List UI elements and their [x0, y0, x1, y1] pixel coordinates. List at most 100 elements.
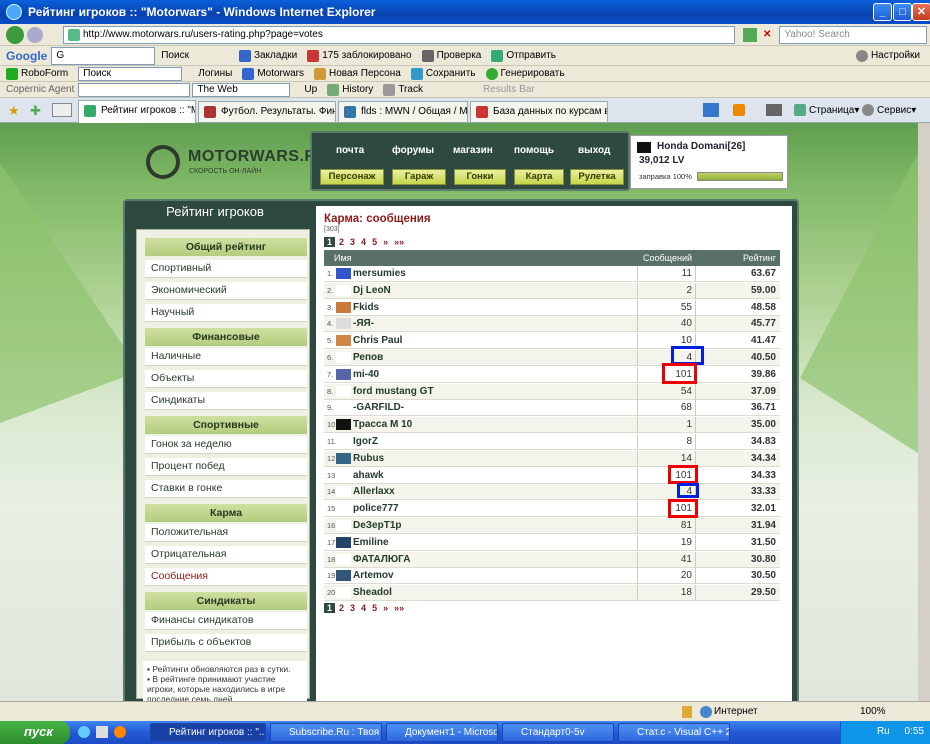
page-2[interactable]: 2 — [339, 603, 344, 613]
maximize-button[interactable]: □ — [893, 3, 912, 21]
page-4[interactable]: 4 — [361, 237, 366, 247]
task-visual-cpp[interactable]: Стат.с - Visual C++ 2... — [618, 723, 730, 742]
player-name[interactable]: -ЯЯ- — [353, 318, 374, 329]
stop-icon[interactable]: ✕ — [763, 29, 771, 40]
send-button[interactable]: Отправить — [491, 49, 556, 62]
page-4[interactable]: 4 — [361, 603, 366, 613]
nav-garage[interactable]: Гараж — [392, 169, 446, 185]
bookmarks-button[interactable]: Закладки — [238, 49, 297, 62]
player-name[interactable]: Трасса М 10 — [353, 419, 412, 430]
player-name[interactable]: mersumies — [353, 268, 406, 279]
nav-map[interactable]: Карта — [514, 169, 564, 185]
player-name[interactable]: Allerlaxx — [353, 486, 395, 497]
rss-icon[interactable] — [733, 104, 745, 116]
generate-button[interactable]: Генерировать — [485, 67, 565, 80]
language-indicator[interactable]: Ru — [877, 726, 890, 737]
back-icon[interactable] — [6, 25, 24, 44]
refresh-icon[interactable] — [743, 27, 757, 42]
page-3[interactable]: 3 — [350, 237, 355, 247]
sidebar-item-science[interactable]: Научный — [145, 304, 307, 322]
tab-rating[interactable]: Рейтинг игроков :: "Mot... — [78, 100, 196, 123]
sidebar-item-bets[interactable]: Ставки в гонке — [145, 480, 307, 498]
history-button[interactable]: History — [327, 83, 373, 96]
page-5[interactable]: 5 — [372, 237, 377, 247]
up-button[interactable]: Up — [304, 84, 317, 95]
copernic-search-input[interactable] — [78, 82, 191, 97]
roboform-button[interactable]: RoboForm — [6, 67, 68, 80]
sidebar-item-positive[interactable]: Положительная — [145, 524, 307, 542]
tools-menu[interactable]: Сервис ▾ — [862, 104, 916, 116]
task-word[interactable]: Документ1 - Microso... — [386, 723, 498, 742]
player-name[interactable]: ford mustang GT — [353, 386, 434, 397]
player-name[interactable]: police777 — [353, 503, 399, 514]
user-car[interactable]: Honda Domani[26] — [657, 141, 745, 152]
tab-currency[interactable]: База данных по курсам вал... — [470, 101, 608, 122]
forward-icon[interactable] — [27, 26, 43, 43]
motorwars-login-button[interactable]: Motorwars — [242, 67, 304, 80]
sidebar-item-object-profit[interactable]: Прибыль с объектов — [145, 634, 307, 652]
player-name[interactable]: mi-40 — [353, 369, 379, 380]
page-next[interactable]: » — [383, 237, 388, 247]
quicklaunch-desktop-icon[interactable] — [96, 726, 108, 738]
site-logo[interactable]: MOTORWARS.RU СКОРОСТЬ ОН-ЛАЙН — [146, 141, 328, 187]
page-next[interactable]: » — [383, 603, 388, 613]
sidebar-item-negative[interactable]: Отрицательная — [145, 546, 307, 564]
home-icon[interactable] — [703, 103, 719, 117]
task-subscribe[interactable]: Subscribe.Ru : Твоя ... — [270, 723, 382, 742]
player-name[interactable]: Chris Paul — [353, 335, 402, 346]
close-button[interactable]: ✕ — [912, 3, 930, 21]
player-name[interactable]: DeЗерТ1р — [353, 520, 402, 531]
task-ie[interactable]: Рейтинг игроков :: "... — [150, 723, 266, 742]
page-3[interactable]: 3 — [350, 603, 355, 613]
nav-forums[interactable]: форумы — [392, 145, 434, 156]
roboform-search-input[interactable]: Поиск — [78, 66, 183, 81]
player-name[interactable]: Fkids — [353, 302, 379, 313]
google-search-button[interactable]: Поиск — [161, 50, 189, 61]
quick-tabs-icon[interactable] — [52, 103, 72, 117]
yahoo-search-input[interactable]: Yahoo! Search — [779, 25, 928, 44]
player-name[interactable]: Репов — [353, 352, 383, 363]
sidebar-item-win-percent[interactable]: Процент побед — [145, 458, 307, 476]
sidebar-item-cash[interactable]: Наличные — [145, 348, 307, 366]
minimize-button[interactable]: _ — [873, 3, 892, 21]
add-favorites-icon[interactable]: ✚ — [30, 103, 41, 119]
sidebar-item-economic[interactable]: Экономический — [145, 282, 307, 300]
player-name[interactable]: ahawk — [353, 470, 384, 481]
zoom-level[interactable]: 100% — [860, 706, 886, 717]
nav-exit[interactable]: выход — [578, 145, 610, 156]
favorites-star-icon[interactable]: ★ — [8, 103, 20, 119]
sidebar-item-objects[interactable]: Объекты — [145, 370, 307, 388]
popup-blocked-button[interactable]: 175 заблокировано — [307, 49, 412, 62]
player-name[interactable]: Rubus — [353, 453, 384, 464]
page-1[interactable]: 1 — [324, 603, 336, 613]
quicklaunch-media-icon[interactable] — [114, 726, 126, 738]
task-folder[interactable]: Стандарт0-5v — [502, 723, 614, 742]
sidebar-item-syndicate-finance[interactable]: Финансы синдикатов — [145, 612, 307, 630]
copernic-scope-select[interactable]: The Web — [192, 82, 291, 97]
page-menu[interactable]: Страница ▾ — [794, 104, 859, 116]
start-button[interactable]: пуск — [0, 721, 70, 744]
player-name[interactable]: Sheadol — [353, 587, 392, 598]
player-name[interactable]: Dj LeoN — [353, 285, 391, 296]
url-input[interactable]: http://www.motorwars.ru/users-rating.php… — [63, 25, 735, 44]
page-last[interactable]: »» — [394, 603, 404, 613]
save-button[interactable]: Сохранить — [410, 67, 476, 80]
print-icon[interactable] — [766, 104, 782, 116]
logins-button[interactable]: Логины — [198, 68, 232, 79]
tab-football[interactable]: Футбол. Результаты. Фина... — [198, 101, 336, 122]
sidebar-item-sport[interactable]: Спортивный — [145, 260, 307, 278]
player-name[interactable]: Emiline — [353, 537, 389, 548]
player-name[interactable]: -GARFILD- — [353, 402, 404, 413]
page-last[interactable]: »» — [394, 237, 404, 247]
nav-character[interactable]: Персонаж — [320, 169, 384, 185]
spellcheck-button[interactable]: Проверка — [421, 49, 481, 62]
sidebar-item-syndicates[interactable]: Синдикаты — [145, 392, 307, 410]
results-bar-button[interactable]: Results Bar — [483, 84, 535, 95]
page-5[interactable]: 5 — [372, 603, 377, 613]
player-name[interactable]: Artemov — [353, 570, 394, 581]
nav-roulette[interactable]: Рулетка — [570, 169, 624, 185]
player-name[interactable]: IgorZ — [353, 436, 378, 447]
nav-mail[interactable]: почта — [336, 145, 364, 156]
nav-races[interactable]: Гонки — [454, 169, 506, 185]
nav-help[interactable]: помощь — [514, 145, 554, 156]
